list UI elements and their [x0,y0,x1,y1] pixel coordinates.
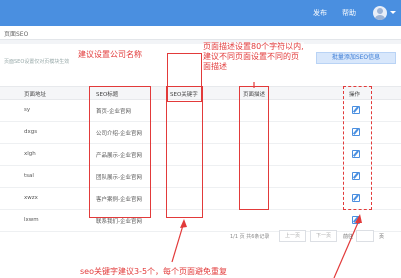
goto-page-input[interactable] [356,230,374,242]
next-page-button[interactable]: 下一页 [310,230,337,242]
pagination: 1/1 页 共6条记录 上一页 下一页 前往 页 [0,230,401,244]
goto-label: 前往 [343,234,354,240]
page-info: 1/1 页 共6条记录 [230,234,270,240]
page-unit-label: 页 [379,234,385,240]
prev-page-button[interactable]: 上一页 [279,230,306,242]
